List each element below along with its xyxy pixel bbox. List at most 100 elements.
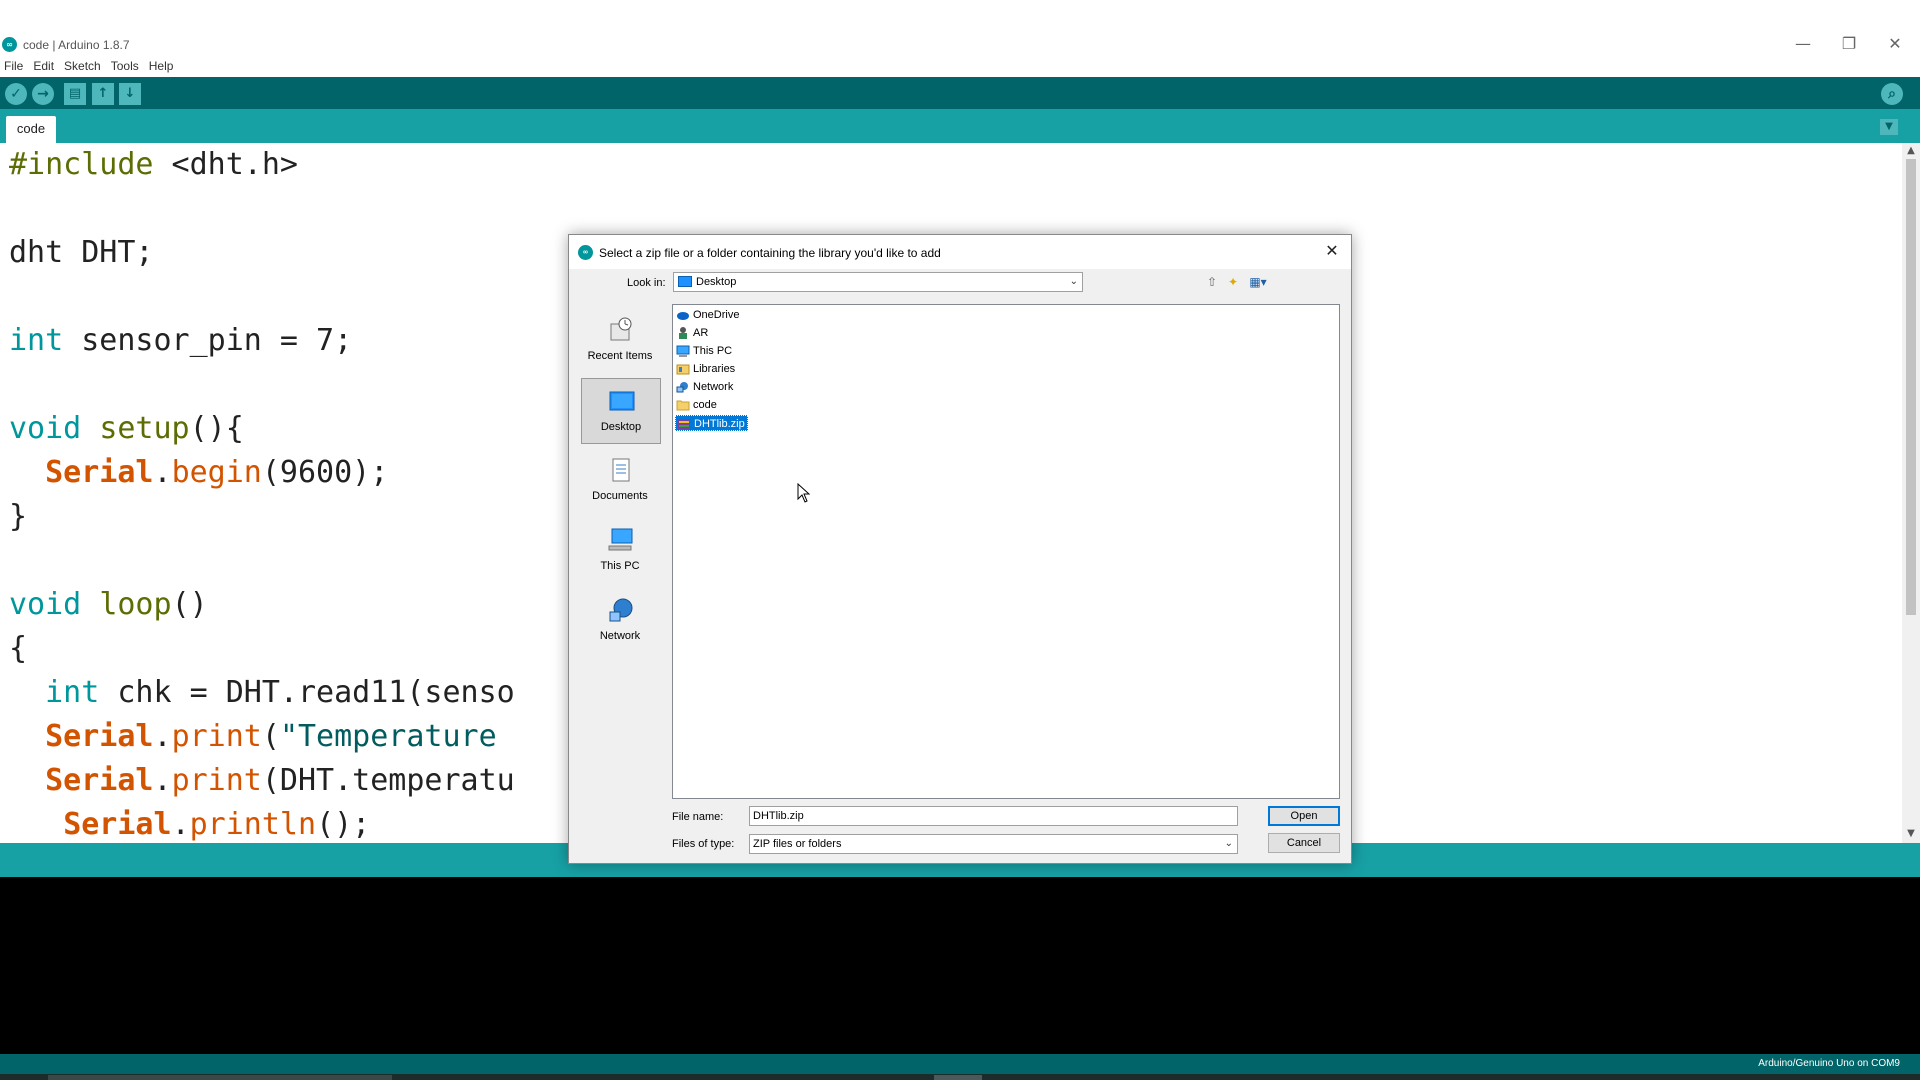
- menu-sketch[interactable]: Sketch: [64, 57, 101, 77]
- window-title: code | Arduino 1.8.7: [23, 38, 130, 52]
- file-name: This PC: [693, 345, 733, 357]
- network-icon: [609, 598, 633, 622]
- chevron-down-icon: ⌄: [1224, 838, 1233, 849]
- menu-bar: File Edit Sketch Tools Help: [0, 57, 1920, 77]
- code-line-10: Serial.print("Temperature: [9, 719, 497, 754]
- file-name-label: File name:: [672, 811, 724, 823]
- list-item[interactable]: code: [675, 397, 717, 413]
- list-item[interactable]: AR: [675, 325, 708, 341]
- place-network[interactable]: Network: [581, 588, 661, 654]
- view-menu-icon[interactable]: ▦▾: [1245, 273, 1271, 291]
- code-token: <dht.h>: [153, 147, 298, 182]
- code-token: Serial: [45, 763, 154, 798]
- file-name: Network: [693, 381, 734, 393]
- taskbar-strip: [0, 1074, 1920, 1080]
- file-name: Libraries: [693, 363, 736, 375]
- new-sketch-button[interactable]: ▤: [64, 83, 86, 105]
- file-name: DHTlib.zip: [694, 418, 745, 430]
- code-token: (DHT.temperatu: [261, 763, 515, 798]
- documents-icon: [612, 458, 630, 482]
- code-token: void: [9, 587, 82, 622]
- list-item[interactable]: This PC: [675, 343, 732, 359]
- file-name: AR: [693, 327, 709, 339]
- code-line-8: {: [9, 631, 28, 666]
- up-one-level-icon[interactable]: ⇧: [1203, 273, 1221, 291]
- desktop-folder-icon: [678, 276, 692, 287]
- code-token: void: [9, 411, 82, 446]
- code-token: .: [153, 763, 172, 798]
- board-port-status: Arduino/Genuino Uno on COM9: [1758, 1058, 1900, 1069]
- look-in-label: Look in:: [627, 277, 666, 289]
- dialog-title: Select a zip file or a folder containing…: [599, 246, 941, 260]
- place-recent-items[interactable]: Recent Items: [581, 308, 661, 374]
- chevron-down-icon: ⌄: [1069, 276, 1078, 287]
- menu-file[interactable]: File: [4, 57, 23, 77]
- libraries-icon: [676, 364, 690, 375]
- code-token: chk = DHT.read11(senso: [99, 675, 515, 710]
- save-sketch-button[interactable]: ↓: [119, 83, 141, 105]
- code-token: (){: [189, 411, 244, 446]
- code-line-9: int chk = DHT.read11(senso: [9, 675, 515, 710]
- menu-edit[interactable]: Edit: [33, 57, 54, 77]
- dialog-close-button[interactable]: ✕: [1319, 239, 1345, 263]
- tab-code[interactable]: code: [6, 116, 56, 143]
- file-list[interactable]: OneDrive AR This PC Libraries Network co…: [672, 304, 1340, 799]
- network-icon: [676, 382, 688, 393]
- files-of-type-select[interactable]: ZIP files or folders ⌄: [749, 834, 1238, 854]
- code-line-11: Serial.print(DHT.temperatu: [9, 763, 515, 798]
- place-desktop[interactable]: Desktop: [581, 378, 661, 444]
- code-token: print: [171, 719, 262, 754]
- place-this-pc[interactable]: This PC: [581, 518, 661, 584]
- scrollbar-thumb[interactable]: [1906, 159, 1916, 615]
- close-window-button[interactable]: ✕: [1875, 30, 1915, 58]
- open-button[interactable]: Open: [1268, 806, 1340, 826]
- places-bar: Recent Items Desktop Documents This PC N…: [581, 308, 661, 658]
- tab-menu-button[interactable]: ▼: [1880, 119, 1898, 135]
- code-line-6: }: [9, 499, 28, 534]
- folder-icon: [676, 400, 690, 411]
- list-item[interactable]: OneDrive: [675, 307, 739, 323]
- code-token: begin: [171, 455, 262, 490]
- file-name-input[interactable]: DHTlib.zip: [749, 806, 1238, 826]
- upload-button[interactable]: →: [32, 83, 54, 105]
- computer-icon: [608, 528, 633, 551]
- code-token: print: [171, 763, 262, 798]
- code-line-3: int sensor_pin = 7;: [9, 323, 352, 358]
- zip-file-icon: [678, 419, 690, 429]
- code-token: Serial: [63, 807, 172, 842]
- new-folder-icon[interactable]: ✦: [1224, 273, 1242, 291]
- console-output[interactable]: [0, 877, 1920, 1054]
- list-item[interactable]: Network: [675, 379, 733, 395]
- menu-tools[interactable]: Tools: [111, 57, 139, 77]
- verify-button[interactable]: ✓: [5, 83, 27, 105]
- code-token: "Temperature: [279, 719, 497, 754]
- code-token: int: [45, 675, 100, 710]
- toolbar: ✓ → ▤ ↑ ↓ ⌕: [0, 79, 1920, 109]
- footer-bar: Arduino/Genuino Uno on COM9: [0, 1054, 1920, 1074]
- minimize-button[interactable]: —: [1783, 30, 1823, 58]
- place-label: Recent Items: [587, 350, 653, 362]
- list-item[interactable]: DHTlib.zip: [675, 415, 748, 431]
- code-token: (9600);: [261, 455, 389, 490]
- open-sketch-button[interactable]: ↑: [92, 83, 114, 105]
- code-token: (): [171, 587, 208, 622]
- place-documents[interactable]: Documents: [581, 448, 661, 514]
- code-line-12: Serial.println();: [9, 807, 370, 842]
- scroll-up-icon[interactable]: ▲: [1902, 144, 1920, 158]
- restore-button[interactable]: ❐: [1829, 30, 1869, 58]
- list-item[interactable]: Libraries: [675, 361, 735, 377]
- code-token: .: [171, 807, 190, 842]
- scroll-down-icon[interactable]: ▼: [1902, 827, 1920, 841]
- cancel-button[interactable]: Cancel: [1268, 833, 1340, 853]
- desktop-icon: [609, 391, 635, 411]
- editor-vertical-scrollbar[interactable]: ▲ ▼: [1902, 143, 1920, 843]
- code-line-1: #include <dht.h>: [9, 147, 298, 182]
- place-label: Documents: [592, 490, 648, 502]
- menu-help[interactable]: Help: [149, 57, 174, 77]
- look-in-combo[interactable]: Desktop ⌄: [673, 272, 1083, 292]
- taskbar-segment: [48, 1075, 392, 1080]
- serial-monitor-button[interactable]: ⌕: [1881, 83, 1903, 105]
- code-token: .: [153, 455, 172, 490]
